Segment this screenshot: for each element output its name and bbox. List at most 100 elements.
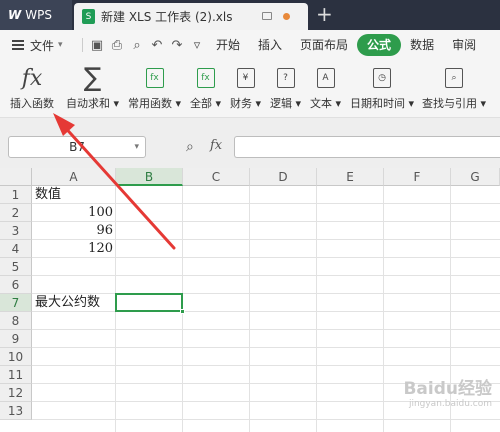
fill-handle[interactable] bbox=[180, 309, 185, 314]
fx-icon[interactable]: fx bbox=[210, 138, 222, 153]
cell-a1[interactable]: 数值 bbox=[32, 186, 172, 204]
print-preview-icon[interactable]: ⌕ bbox=[127, 35, 147, 55]
grid-row-line bbox=[32, 419, 500, 420]
menu-item-page-layout[interactable]: 页面布局 bbox=[291, 34, 357, 56]
date-time-label: 日期和时间 ▾ bbox=[350, 97, 415, 110]
column-header-d[interactable]: D bbox=[250, 168, 317, 186]
zoom-icon[interactable]: ⌕ bbox=[186, 139, 194, 155]
spreadsheet-file-icon: S bbox=[82, 9, 95, 24]
all-functions-label: 全部 ▾ bbox=[190, 97, 222, 110]
watermark-url: jingyan.baidu.com bbox=[408, 399, 492, 409]
formula-input[interactable] bbox=[234, 136, 500, 158]
wps-home-tab[interactable]: W WPS bbox=[0, 0, 72, 30]
grid-column-line bbox=[249, 186, 250, 432]
common-functions-label: 常用函数 ▾ bbox=[128, 97, 182, 110]
title-bar: W WPS S 新建 XLS 工作表 (2).xls + bbox=[0, 0, 500, 30]
column-header-e[interactable]: E bbox=[317, 168, 384, 186]
menu-item-formulas[interactable]: 公式 bbox=[357, 34, 402, 56]
menu-item-insert[interactable]: 插入 bbox=[249, 34, 291, 56]
cell-a3[interactable]: 96 bbox=[32, 222, 116, 240]
row-header-11[interactable]: 11 bbox=[0, 366, 32, 384]
unsaved-dot-icon bbox=[283, 13, 290, 20]
row-header-8[interactable]: 8 bbox=[0, 312, 32, 330]
baidu-watermark: Baidu经验 jingyan.baidu.com bbox=[403, 374, 492, 409]
watermark-title: Baidu经验 bbox=[403, 379, 492, 399]
document-tab-title: 新建 XLS 工作表 (2).xls bbox=[101, 10, 233, 24]
row-header-10[interactable]: 10 bbox=[0, 348, 32, 366]
finance-label: 财务 ▾ bbox=[230, 97, 262, 110]
wps-app-label: WPS bbox=[25, 8, 52, 22]
autosum-label: 自动求和 ▾ bbox=[66, 97, 120, 110]
clock-icon: ◷ bbox=[373, 64, 392, 92]
row-header-4[interactable]: 4 bbox=[0, 240, 32, 258]
customize-quick-access-icon[interactable]: ▿ bbox=[187, 35, 207, 55]
divider bbox=[82, 38, 83, 52]
row-header-13[interactable]: 13 bbox=[0, 402, 32, 420]
text-functions-label: 文本 ▾ bbox=[310, 97, 342, 110]
column-header-b[interactable]: B bbox=[116, 168, 183, 186]
text-icon: A bbox=[316, 64, 335, 92]
grid-row-line bbox=[32, 347, 500, 348]
row-header-2[interactable]: 2 bbox=[0, 204, 32, 222]
chevron-down-icon: ▾ bbox=[134, 142, 139, 152]
logic-label: 逻辑 ▾ bbox=[270, 97, 302, 110]
hamburger-icon bbox=[12, 40, 24, 50]
grid-column-line bbox=[383, 186, 384, 432]
finance-button[interactable]: ¥ 财务 ▾ bbox=[230, 64, 261, 111]
fx-icon: fx bbox=[21, 65, 43, 91]
document-tab[interactable]: S 新建 XLS 工作表 (2).xls bbox=[74, 3, 308, 30]
menu-bar: 文件 ▾ ▣ ⎙ ⌕ ↶ ↷ ▿ 开始 插入 页面布局 公式 数据 审阅 bbox=[0, 30, 500, 60]
logic-icon: ? bbox=[276, 64, 295, 92]
chevron-down-icon: ▾ bbox=[58, 40, 63, 50]
name-box[interactable]: B7 ▾ bbox=[8, 136, 146, 158]
save-icon[interactable]: ▣ bbox=[87, 35, 107, 55]
new-tab-plus-icon[interactable]: + bbox=[316, 3, 333, 25]
date-time-button[interactable]: ◷ 日期和时间 ▾ bbox=[350, 64, 414, 111]
lookup-reference-label: 查找与引用 ▾ bbox=[422, 97, 487, 110]
grid-row-line bbox=[32, 365, 500, 366]
sigma-icon: ∑ bbox=[83, 63, 102, 93]
autosum-button[interactable]: ∑ 自动求和 ▾ bbox=[66, 63, 120, 111]
redo-icon[interactable]: ↷ bbox=[167, 35, 187, 55]
lookup-icon: ⌕ bbox=[445, 64, 464, 92]
lookup-reference-button[interactable]: ⌕ 查找与引用 ▾ bbox=[422, 64, 486, 111]
common-functions-icon: fx bbox=[145, 64, 164, 92]
row-header-9[interactable]: 9 bbox=[0, 330, 32, 348]
grid-row-line bbox=[32, 275, 500, 276]
text-functions-button[interactable]: A 文本 ▾ bbox=[310, 64, 341, 111]
menu-item-home[interactable]: 开始 bbox=[207, 34, 249, 56]
column-header-a[interactable]: A bbox=[32, 168, 116, 186]
column-header-g[interactable]: G bbox=[451, 168, 500, 186]
insert-function-label: 插入函数 bbox=[10, 97, 54, 110]
finance-icon: ¥ bbox=[236, 64, 255, 92]
name-box-value: B7 bbox=[69, 140, 85, 154]
column-header-c[interactable]: C bbox=[183, 168, 250, 186]
cell-a4[interactable]: 120 bbox=[32, 240, 116, 258]
menu-item-data[interactable]: 数据 bbox=[401, 34, 443, 56]
insert-function-button[interactable]: fx 插入函数 bbox=[10, 64, 54, 111]
row-header-5[interactable]: 5 bbox=[0, 258, 32, 276]
file-menu-button[interactable]: 文件 ▾ bbox=[0, 37, 78, 54]
row-header-3[interactable]: 3 bbox=[0, 222, 32, 240]
all-functions-button[interactable]: fx 全部 ▾ bbox=[190, 64, 221, 111]
column-header-f[interactable]: F bbox=[384, 168, 451, 186]
menu-item-review[interactable]: 审阅 bbox=[443, 34, 485, 56]
row-header-7[interactable]: 7 bbox=[0, 294, 32, 312]
undo-icon[interactable]: ↶ bbox=[147, 35, 167, 55]
print-icon[interactable]: ⎙ bbox=[107, 35, 127, 55]
file-menu-label: 文件 bbox=[30, 38, 55, 53]
row-header-1[interactable]: 1 bbox=[0, 186, 32, 204]
common-functions-button[interactable]: fx 常用函数 ▾ bbox=[128, 64, 181, 111]
cell-a2[interactable]: 100 bbox=[32, 204, 116, 222]
monitor-icon[interactable] bbox=[262, 12, 272, 20]
all-functions-icon: fx bbox=[196, 64, 215, 92]
grid-column-line bbox=[316, 186, 317, 432]
wps-logo-icon: W bbox=[8, 8, 22, 22]
select-all-corner[interactable] bbox=[0, 168, 32, 186]
logic-button[interactable]: ? 逻辑 ▾ bbox=[270, 64, 301, 111]
row-header-12[interactable]: 12 bbox=[0, 384, 32, 402]
row-header-6[interactable]: 6 bbox=[0, 276, 32, 294]
formula-ribbon: fx 插入函数 ∑ 自动求和 ▾ fx 常用函数 ▾ fx 全部 ▾ ¥ 财务 … bbox=[0, 60, 500, 118]
grid-row-line bbox=[32, 329, 500, 330]
selected-cell-outline[interactable] bbox=[115, 293, 183, 312]
